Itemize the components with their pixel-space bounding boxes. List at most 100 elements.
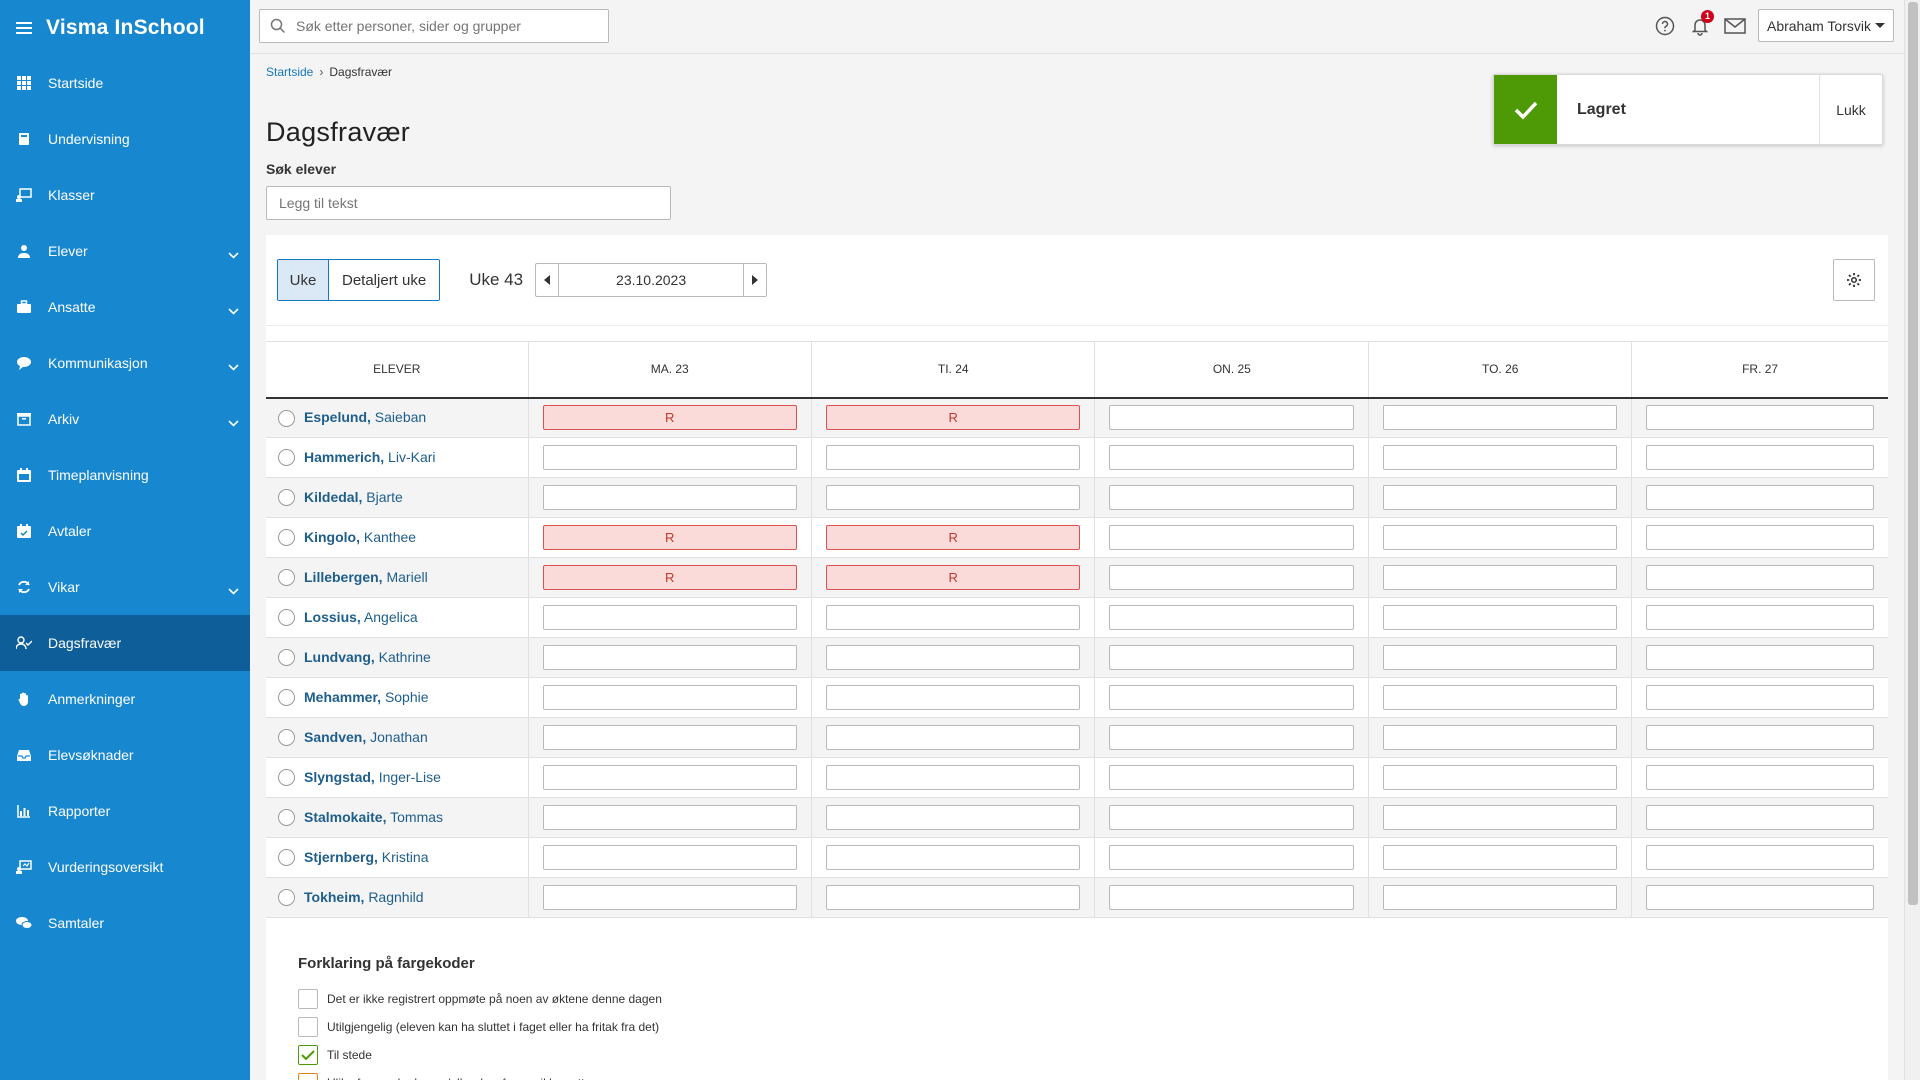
absence-code-field[interactable] — [1109, 765, 1355, 790]
absence-code-field[interactable] — [1383, 605, 1618, 630]
absence-code-field[interactable] — [1383, 645, 1618, 670]
toast-close-button[interactable]: Lukk — [1819, 75, 1882, 144]
absence-code-field[interactable]: R — [542, 405, 797, 431]
absence-code-field[interactable] — [542, 765, 797, 790]
absence-code-field[interactable] — [1383, 485, 1618, 510]
absence-code-field[interactable] — [1646, 765, 1874, 790]
student-given-name[interactable]: Saieban — [375, 409, 426, 425]
sidebar-item-elever[interactable]: Elever — [0, 223, 250, 279]
sidebar-item-ansatte[interactable]: Ansatte — [0, 279, 250, 335]
student-surname[interactable]: Tokheim, — [304, 889, 364, 905]
absence-code-field[interactable]: R — [825, 525, 1081, 550]
absence-code-field[interactable] — [1646, 445, 1874, 470]
global-search-input[interactable] — [296, 18, 608, 34]
student-given-name[interactable]: Angelica — [364, 609, 418, 625]
absence-code-field[interactable] — [1646, 565, 1874, 590]
student-given-name[interactable]: Sophie — [385, 689, 429, 705]
student-given-name[interactable]: Kanthee — [364, 529, 416, 545]
view-week-button[interactable]: Uke — [278, 260, 329, 300]
breadcrumb-home-link[interactable]: Startside — [266, 65, 313, 79]
student-given-name[interactable]: Kathrine — [379, 649, 431, 665]
global-search[interactable] — [259, 9, 609, 43]
absence-code-field[interactable] — [1109, 565, 1355, 590]
menu-icon[interactable] — [16, 19, 32, 37]
absence-code-field[interactable] — [1109, 685, 1355, 710]
user-menu[interactable]: Abraham Torsvik — [1757, 9, 1894, 42]
student-given-name[interactable]: Tommas — [390, 809, 443, 825]
student-surname[interactable]: Lossius, — [304, 609, 361, 625]
student-surname[interactable]: Lillebergen, — [304, 569, 383, 585]
absence-code-field[interactable]: R — [542, 565, 797, 590]
row-select-checkbox[interactable] — [278, 689, 295, 707]
absence-code-field[interactable] — [1646, 845, 1874, 870]
sidebar-item-anmerkninger[interactable]: Anmerkninger — [0, 671, 250, 727]
student-surname[interactable]: Kildedal, — [304, 489, 362, 505]
student-surname[interactable]: Lundvang, — [304, 649, 375, 665]
absence-code-field[interactable] — [825, 445, 1081, 470]
absence-code-field[interactable] — [825, 605, 1081, 630]
absence-code-field[interactable] — [825, 685, 1081, 710]
page-scrollbar[interactable] — [1904, 0, 1920, 1080]
student-given-name[interactable]: Liv-Kari — [388, 449, 435, 465]
absence-code-field[interactable] — [1109, 845, 1355, 870]
row-select-checkbox[interactable] — [278, 849, 295, 867]
sidebar-item-vikar[interactable]: Vikar — [0, 559, 250, 615]
absence-code-field[interactable] — [1109, 645, 1355, 670]
absence-code-field[interactable] — [1646, 605, 1874, 630]
student-given-name[interactable]: Kristina — [382, 849, 429, 865]
row-select-checkbox[interactable] — [278, 409, 295, 427]
sidebar-item-dagsfravær[interactable]: Dagsfravær — [0, 615, 250, 671]
absence-code-field[interactable] — [825, 805, 1081, 830]
absence-code-field[interactable] — [542, 605, 797, 630]
absence-code-field[interactable] — [1109, 725, 1355, 750]
row-select-checkbox[interactable] — [278, 809, 295, 827]
chevron-down-icon[interactable] — [228, 414, 239, 427]
absence-code-field[interactable] — [1109, 605, 1355, 630]
student-given-name[interactable]: Jonathan — [370, 729, 428, 745]
absence-code-field[interactable] — [1646, 405, 1874, 431]
absence-code-field[interactable] — [1109, 405, 1355, 431]
sidebar-item-rapporter[interactable]: Rapporter — [0, 783, 250, 839]
absence-code-field[interactable] — [825, 485, 1081, 510]
chevron-down-icon[interactable] — [228, 302, 239, 315]
row-select-checkbox[interactable] — [278, 529, 295, 547]
student-surname[interactable]: Kingolo, — [304, 529, 360, 545]
absence-code-field[interactable] — [1383, 765, 1618, 790]
student-given-name[interactable]: Mariell — [386, 569, 427, 585]
absence-code-field[interactable] — [1646, 645, 1874, 670]
absence-code-field[interactable] — [542, 845, 797, 870]
row-select-checkbox[interactable] — [278, 729, 295, 747]
row-select-checkbox[interactable] — [278, 769, 295, 787]
absence-code-field[interactable] — [825, 885, 1081, 910]
student-surname[interactable]: Mehammer, — [304, 689, 381, 705]
absence-code-field[interactable] — [542, 725, 797, 750]
absence-code-field[interactable] — [1109, 445, 1355, 470]
sidebar-item-undervisning[interactable]: Undervisning — [0, 111, 250, 167]
student-surname[interactable]: Espelund, — [304, 409, 371, 425]
mail-icon[interactable] — [1723, 14, 1747, 38]
chevron-down-icon[interactable] — [228, 358, 239, 371]
sidebar-item-klasser[interactable]: Klasser — [0, 167, 250, 223]
absence-code-field[interactable] — [1383, 405, 1618, 431]
row-select-checkbox[interactable] — [278, 569, 295, 587]
absence-code-field[interactable] — [1383, 805, 1618, 830]
notification-bell-icon[interactable]: 1 — [1688, 9, 1714, 38]
student-surname[interactable]: Slyngstad, — [304, 769, 375, 785]
sidebar-item-kommunikasjon[interactable]: Kommunikasjon — [0, 335, 250, 391]
absence-code-field[interactable]: R — [825, 565, 1081, 590]
absence-code-field[interactable] — [1383, 445, 1618, 470]
absence-code-field[interactable] — [1646, 725, 1874, 750]
sidebar-item-arkiv[interactable]: Arkiv — [0, 391, 250, 447]
app-title[interactable]: Visma InSchool — [46, 16, 205, 40]
absence-code-field[interactable] — [1646, 485, 1874, 510]
absence-code-field[interactable] — [1109, 805, 1355, 830]
student-given-name[interactable]: Inger-Lise — [379, 769, 441, 785]
absence-code-field[interactable] — [825, 765, 1081, 790]
absence-code-field[interactable] — [542, 685, 797, 710]
sidebar-item-startside[interactable]: Startside — [0, 55, 250, 111]
row-select-checkbox[interactable] — [278, 889, 295, 907]
row-select-checkbox[interactable] — [278, 609, 295, 627]
absence-code-field[interactable] — [1383, 725, 1618, 750]
absence-code-field[interactable] — [825, 725, 1081, 750]
student-given-name[interactable]: Ragnhild — [368, 889, 423, 905]
